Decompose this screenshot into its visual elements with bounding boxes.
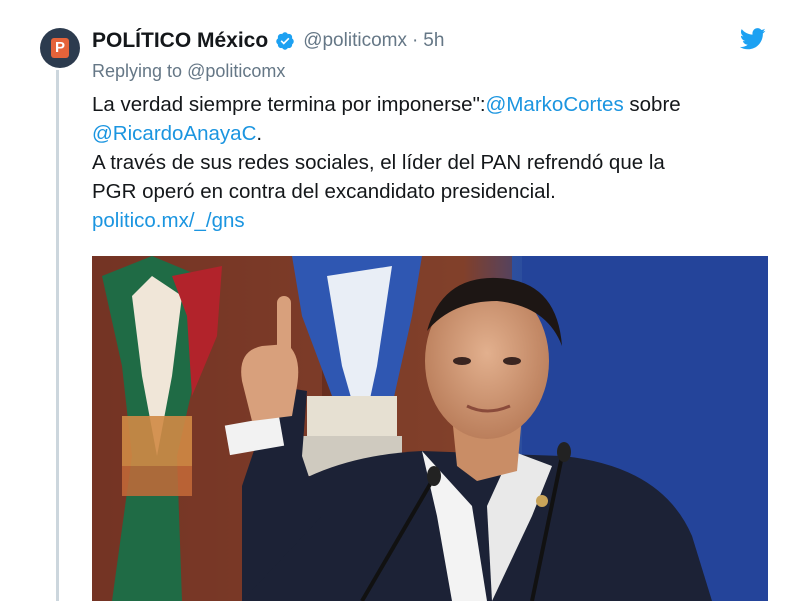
connector-text: sobre	[623, 93, 681, 116]
tweet-line-3: A través de sus redes sociales, el líder…	[92, 151, 665, 174]
reply-handle-link[interactable]: @politicomx	[187, 61, 285, 81]
tweet-text: La verdad siempre termina por imponerse"…	[92, 90, 772, 235]
reply-context: Replying to @politicomx	[92, 58, 772, 84]
tweet-line-2: @RicardoAnayaC.	[92, 119, 772, 148]
quote-text: La verdad siempre termina por imponerse"…	[92, 93, 486, 116]
reply-prefix: Replying to	[92, 61, 183, 81]
tweet-line-5: politico.mx/_/gns	[92, 206, 772, 235]
tweet-media-image[interactable]	[92, 256, 768, 601]
author-name[interactable]: POLÍTICO México	[92, 29, 268, 53]
avatar-logo: P	[51, 38, 69, 58]
author-handle[interactable]: @politicomx	[303, 30, 407, 52]
separator: ·	[411, 30, 419, 51]
thread-line	[56, 70, 59, 601]
period-text: .	[256, 122, 263, 145]
mention-ricardoanayac[interactable]: @RicardoAnayaC	[92, 122, 256, 145]
timestamp[interactable]: 5h	[423, 30, 444, 52]
verified-badge-icon	[276, 32, 294, 50]
photo-illustration	[92, 256, 768, 601]
tweet-line-1: La verdad siempre termina por imponerse"…	[92, 90, 772, 119]
avatar[interactable]: P	[40, 28, 80, 68]
tweet-content: POLÍTICO México @politicomx · 5h Replyin…	[92, 24, 772, 235]
mention-markocortes[interactable]: @MarkoCortes	[486, 93, 624, 116]
tweet-line-4: PGR operó en contra del excandidato pres…	[92, 180, 556, 203]
twitter-bird-icon[interactable]	[740, 28, 766, 50]
tweet-header: POLÍTICO México @politicomx · 5h	[92, 24, 772, 58]
article-link[interactable]: politico.mx/_/gns	[92, 209, 245, 232]
